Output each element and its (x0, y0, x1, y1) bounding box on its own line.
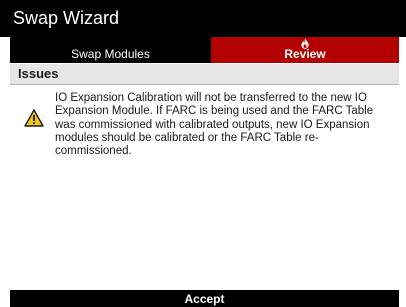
section-header: Issues (10, 64, 399, 85)
accept-label: Accept (184, 291, 225, 306)
title-bar: Swap Wizard (0, 0, 406, 37)
issues-list: IO Expansion Calibration will not be tra… (10, 85, 399, 290)
flame-icon (301, 38, 309, 49)
warning-icon (24, 109, 44, 127)
issue-message: IO Expansion Calibration will not be tra… (55, 92, 374, 158)
accept-button[interactable]: Accept (10, 290, 399, 307)
section-title: Issues (18, 66, 59, 81)
window-title: Swap Wizard (13, 8, 120, 28)
tab-label: Review (284, 47, 326, 61)
tab-bar: Swap Modules Review (10, 37, 399, 63)
tab-label: Swap Modules (71, 47, 150, 61)
tab-swap-modules[interactable]: Swap Modules (10, 37, 211, 63)
tab-review[interactable]: Review (211, 37, 399, 63)
